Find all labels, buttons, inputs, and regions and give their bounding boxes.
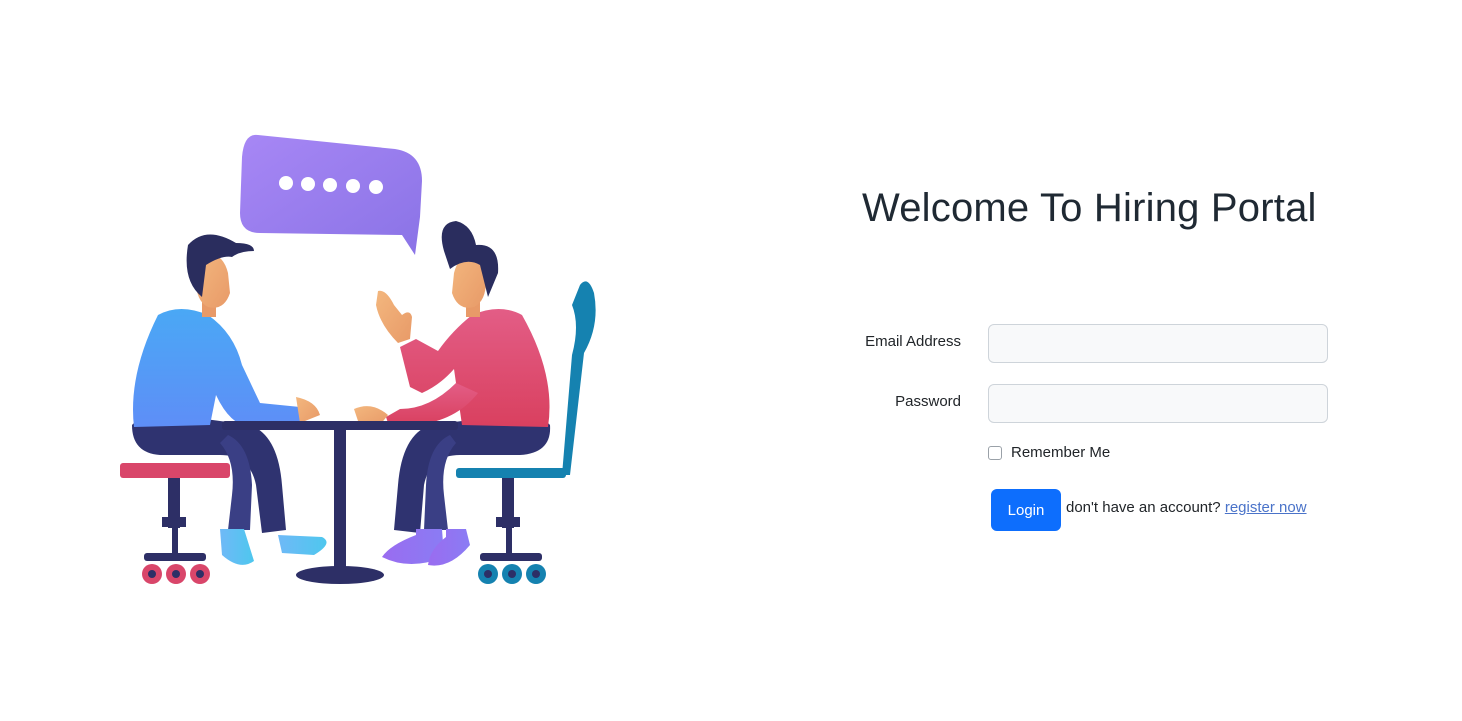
remember-me-label: Remember Me <box>1011 444 1111 461</box>
register-link[interactable]: register now <box>1225 499 1307 516</box>
password-field[interactable] <box>988 384 1328 423</box>
password-label: Password <box>895 393 961 410</box>
left-stool-icon <box>120 463 230 584</box>
login-button[interactable]: Login <box>991 489 1061 531</box>
email-label: Email Address <box>865 333 961 350</box>
register-prompt: don't have an account? <box>1066 499 1221 516</box>
page-title: Welcome To Hiring Portal <box>862 186 1317 230</box>
email-field[interactable] <box>988 324 1328 363</box>
interview-illustration <box>110 125 610 595</box>
remember-me-checkbox[interactable] <box>988 445 1002 460</box>
right-person-icon <box>354 221 551 566</box>
left-person-icon <box>132 234 327 565</box>
speech-bubble-icon <box>240 134 422 255</box>
register-line: don't have an account? register now <box>1066 499 1307 516</box>
remember-me[interactable]: Remember Me <box>988 444 1110 461</box>
